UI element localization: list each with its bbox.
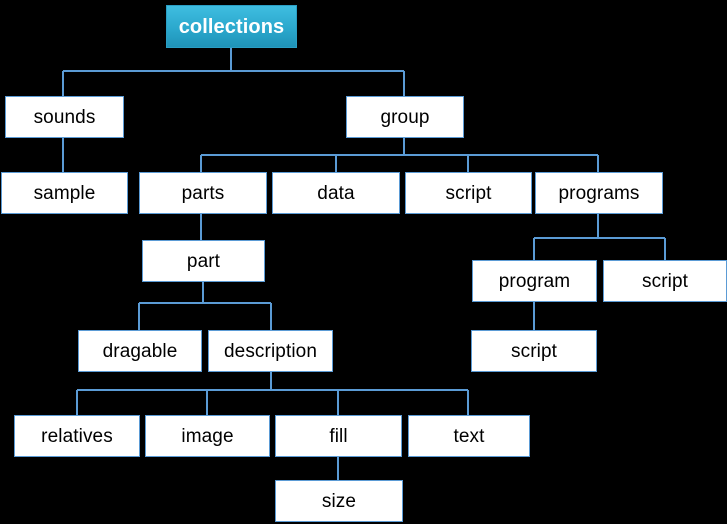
node-script-prg[interactable]: script — [603, 260, 727, 302]
node-part[interactable]: part — [142, 240, 265, 282]
node-text[interactable]: text — [408, 415, 530, 457]
node-description[interactable]: description — [208, 330, 333, 372]
node-programs[interactable]: programs — [535, 172, 663, 214]
diagram-canvas: collections sounds group sample parts data scr… — [0, 0, 727, 524]
node-script-grp[interactable]: script — [405, 172, 532, 214]
node-dragable[interactable]: dragable — [78, 330, 202, 372]
node-sample[interactable]: sample — [1, 172, 128, 214]
node-sounds[interactable]: sounds — [5, 96, 124, 138]
node-relatives[interactable]: relatives — [14, 415, 140, 457]
root-node-collections[interactable]: collections — [166, 5, 297, 48]
node-parts[interactable]: parts — [139, 172, 267, 214]
node-image[interactable]: image — [145, 415, 270, 457]
node-data[interactable]: data — [272, 172, 400, 214]
node-fill[interactable]: fill — [275, 415, 402, 457]
node-size[interactable]: size — [275, 480, 403, 522]
node-group[interactable]: group — [346, 96, 464, 138]
node-program[interactable]: program — [472, 260, 597, 302]
node-script-sub[interactable]: script — [471, 330, 597, 372]
